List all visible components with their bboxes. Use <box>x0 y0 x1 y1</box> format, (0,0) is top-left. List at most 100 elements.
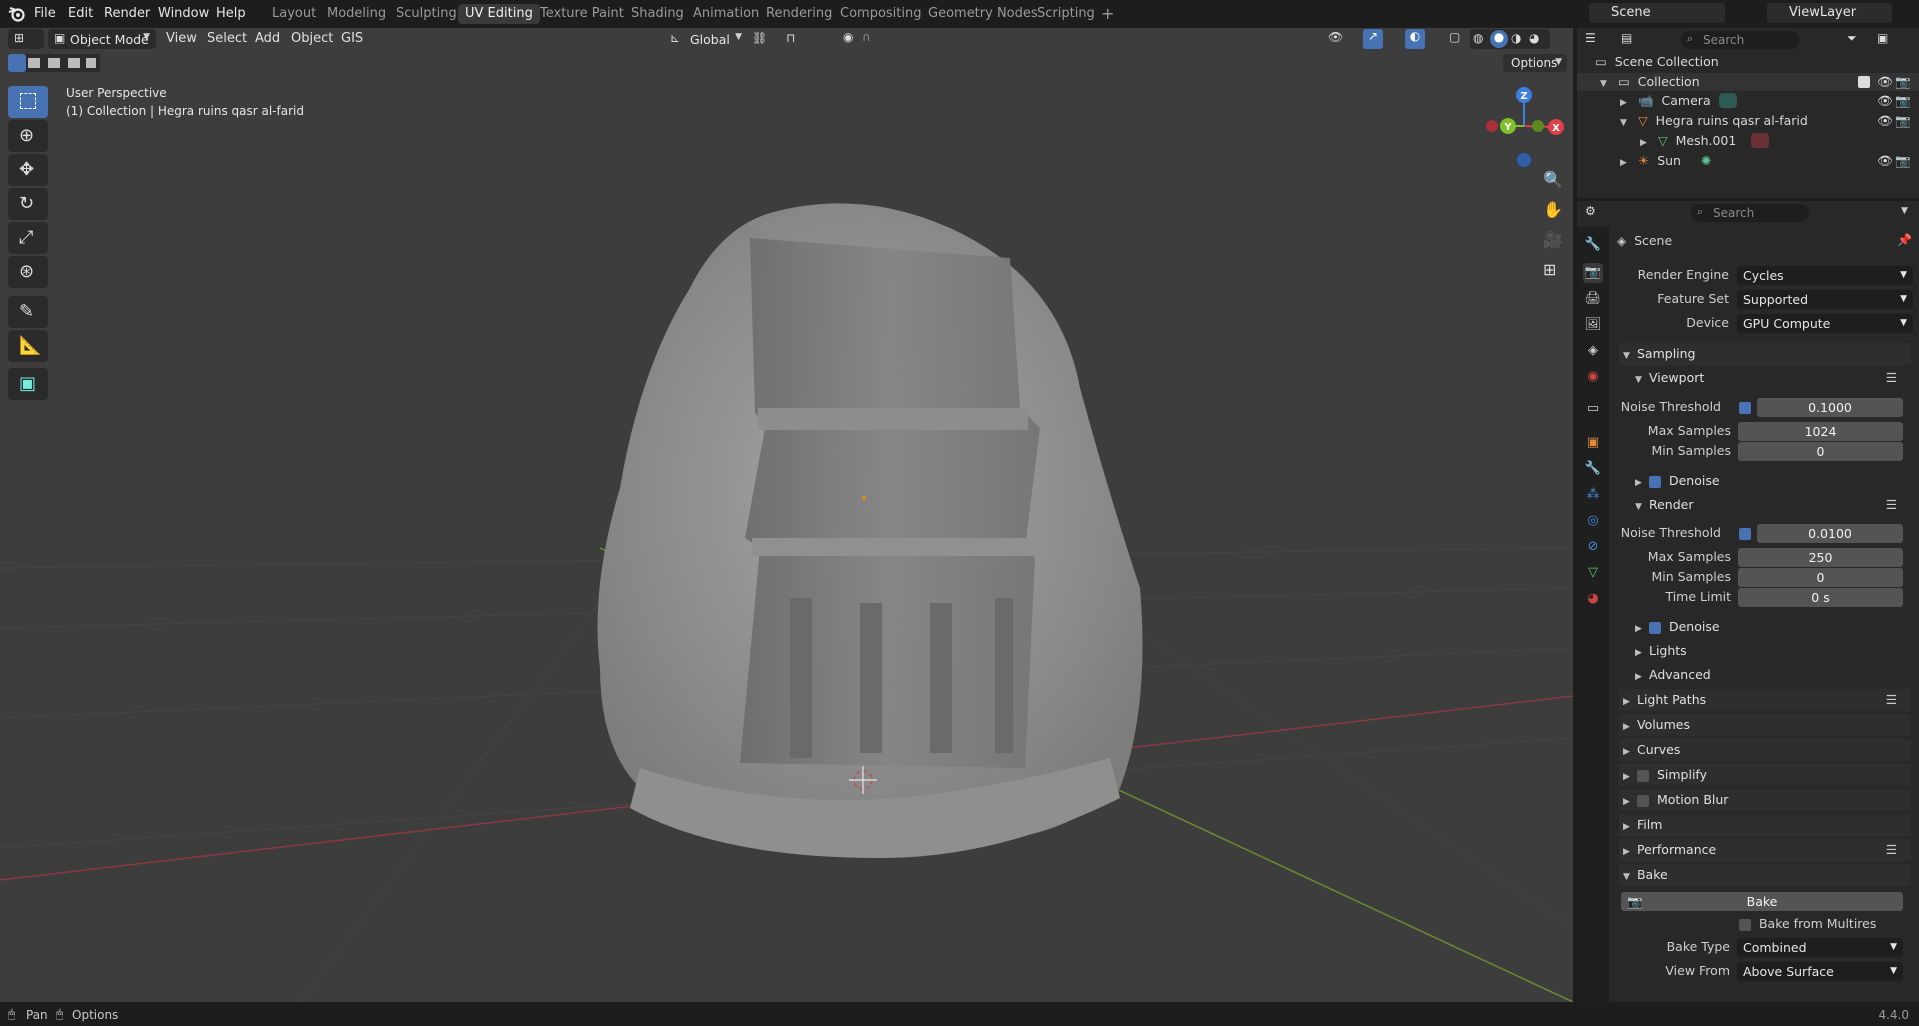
curves-section-header[interactable]: ▶ Curves <box>1619 739 1911 761</box>
chevron-right-icon[interactable]: ▶ <box>1640 134 1650 152</box>
chevron-down-icon[interactable]: ▼ <box>1600 75 1610 93</box>
world-tab-icon[interactable]: ◉ <box>1583 367 1603 387</box>
proportional-editing-icon[interactable]: ◉ <box>843 30 853 44</box>
lights-subsection-header[interactable]: ▶ Lights <box>1633 640 1911 662</box>
transform-orientation-dropdown[interactable]: ⊾ Global ▼ <box>668 29 744 49</box>
tab-sculpting[interactable]: Sculpting <box>389 4 464 24</box>
editor-type-button[interactable]: ⊞ <box>8 29 44 49</box>
zoom-icon[interactable]: 🔍 <box>1538 168 1564 194</box>
render-noise-threshold-field[interactable]: 0.0100 <box>1757 524 1903 543</box>
tab-rendering[interactable]: Rendering <box>759 4 839 24</box>
render-denoise-checkbox[interactable] <box>1648 621 1661 634</box>
select-intersect-icon[interactable] <box>86 58 96 68</box>
scale-tool[interactable]: ⤢ <box>8 222 48 254</box>
data-tab-icon[interactable]: ▽ <box>1583 563 1603 583</box>
properties-search-input[interactable]: ⌕ Search <box>1691 204 1809 222</box>
tab-modeling[interactable]: Modeling <box>320 4 393 24</box>
viewport-noise-threshold-checkbox[interactable] <box>1739 402 1751 414</box>
menu-help[interactable]: Help <box>216 5 246 23</box>
chevron-down-icon[interactable]: ▼ <box>1620 114 1630 132</box>
physics-tab-icon[interactable]: ◎ <box>1583 511 1603 531</box>
menu-edit[interactable]: Edit <box>68 5 93 23</box>
chevron-right-icon[interactable]: ▶ <box>1620 154 1630 172</box>
render-denoise-header[interactable]: ▶ Denoise <box>1633 616 1911 638</box>
tab-layout[interactable]: Layout <box>265 4 323 24</box>
viewport-max-samples-field[interactable]: 1024 <box>1738 422 1903 441</box>
collection-exclude-checkbox[interactable] <box>1858 76 1870 88</box>
pan-hand-icon[interactable]: ✋ <box>1538 198 1564 224</box>
overlays-toggle-icon[interactable]: ◐ <box>1405 29 1425 49</box>
gizmo-toggle-icon[interactable]: ↗ <box>1363 29 1383 49</box>
bake-button[interactable]: 📷 Bake <box>1621 892 1903 911</box>
options-dropdown[interactable]: Options ▼ <box>1503 54 1567 72</box>
outliner-item-hegra-ruins[interactable]: ▼ ▽ Hegra ruins qasr al-farid 👁 📷 <box>1577 112 1919 130</box>
outliner-scene-collection[interactable]: ▭ Scene Collection <box>1595 53 1719 71</box>
annotate-tool[interactable]: ✎ <box>8 296 48 328</box>
tab-uv-editing[interactable]: UV Editing <box>458 4 540 24</box>
outliner-editor-icon[interactable]: ☰ <box>1585 31 1596 45</box>
rotate-tool[interactable]: ↻ <box>8 188 48 220</box>
outliner-search-input[interactable]: ⌕ Search <box>1681 31 1799 49</box>
viewport-noise-threshold-field[interactable]: 0.1000 <box>1757 398 1903 417</box>
presets-list-icon[interactable]: ☰ <box>1886 839 1897 861</box>
advanced-subsection-header[interactable]: ▶ Advanced <box>1633 664 1911 686</box>
menu-file[interactable]: File <box>34 5 56 23</box>
move-tool[interactable]: ✥ <box>8 154 48 186</box>
pivot-point-icon[interactable]: ⛓ <box>752 31 767 45</box>
eye-icon[interactable]: 👁 <box>1877 73 1893 91</box>
render-tab-icon[interactable]: 📷 <box>1583 263 1603 283</box>
bake-from-multires-checkbox[interactable] <box>1739 918 1751 931</box>
film-section-header[interactable]: ▶ Film <box>1619 814 1911 836</box>
solid-shading-icon[interactable]: ● <box>1490 30 1508 48</box>
select-extend-icon[interactable] <box>28 58 40 68</box>
view-from-dropdown[interactable]: Above Surface ▼ <box>1737 962 1903 981</box>
ortho-toggle-icon[interactable]: ⊞ <box>1538 258 1564 284</box>
render-camera-icon[interactable]: 📷 <box>1895 112 1911 130</box>
view-layer-selector[interactable]: ViewLayer <box>1767 3 1892 23</box>
menu-render[interactable]: Render <box>104 5 150 23</box>
render-camera-icon[interactable]: 📷 <box>1895 73 1911 91</box>
display-mode-icon[interactable]: ▤ <box>1621 31 1632 45</box>
measure-tool[interactable]: 📐 <box>8 330 48 362</box>
light-paths-section-header[interactable]: ▶ Light Paths ☰ <box>1619 689 1911 711</box>
viewport-menu-select[interactable]: Select <box>207 30 247 48</box>
mode-selector[interactable]: ▣ Object Mode ▼ <box>48 29 156 49</box>
eye-icon[interactable]: 👁 <box>1877 92 1893 110</box>
add-cube-tool[interactable]: ▣ <box>8 368 48 400</box>
presets-list-icon[interactable]: ☰ <box>1886 494 1897 516</box>
new-collection-icon[interactable]: ▣ <box>1877 31 1888 45</box>
viewport-min-samples-field[interactable]: 0 <box>1738 442 1903 461</box>
render-max-samples-field[interactable]: 250 <box>1738 548 1903 567</box>
properties-editor-icon[interactable]: ⚙ <box>1585 204 1596 218</box>
modifiers-tab-icon[interactable]: 🔧 <box>1583 459 1603 479</box>
simplify-section-header[interactable]: ▶ Simplify <box>1619 764 1911 786</box>
tool-tab-icon[interactable]: 🔧 <box>1583 235 1603 255</box>
view-layer-tab-icon[interactable]: 🖼 <box>1583 315 1603 335</box>
transform-tool[interactable]: ⊛ <box>8 256 48 288</box>
viewport-denoise-header[interactable]: ▶ Denoise <box>1633 470 1911 492</box>
viewport-menu-view[interactable]: View <box>166 30 197 48</box>
time-limit-field[interactable]: 0 s <box>1738 588 1903 607</box>
select-box-tool[interactable] <box>8 86 48 118</box>
scene-tab-icon[interactable]: ◈ <box>1583 341 1603 361</box>
tab-geometry-nodes[interactable]: Geometry Nodes <box>921 4 1045 24</box>
eye-icon[interactable]: 👁 <box>1877 152 1893 170</box>
pin-icon[interactable]: 📌 <box>1897 233 1912 247</box>
viewport-subsection-header[interactable]: ▼ Viewport ☰ <box>1633 367 1911 389</box>
cursor-tool[interactable]: ⊕ <box>8 120 48 152</box>
wireframe-shading-icon[interactable]: ◍ <box>1473 31 1483 45</box>
collection-tab-icon[interactable]: ▭ <box>1583 399 1603 419</box>
blender-logo-icon[interactable] <box>8 5 26 23</box>
eye-icon[interactable]: 👁 <box>1877 112 1893 130</box>
material-shading-icon[interactable]: ◑ <box>1511 31 1521 45</box>
outliner-collection-row[interactable]: ▼ ▭ Collection 👁 📷 <box>1577 73 1919 91</box>
tab-texture-paint[interactable]: Texture Paint <box>533 4 631 24</box>
particles-tab-icon[interactable]: ⁂ <box>1583 485 1603 505</box>
render-noise-threshold-checkbox[interactable] <box>1739 528 1751 540</box>
snap-icon[interactable]: ⊓ <box>786 31 795 45</box>
motion-blur-checkbox[interactable] <box>1636 794 1649 807</box>
select-new-icon[interactable] <box>8 54 26 72</box>
chevron-down-icon[interactable]: ▼ <box>1901 206 1908 216</box>
viewport-menu-add[interactable]: Add <box>255 30 280 48</box>
render-min-samples-field[interactable]: 0 <box>1738 568 1903 587</box>
